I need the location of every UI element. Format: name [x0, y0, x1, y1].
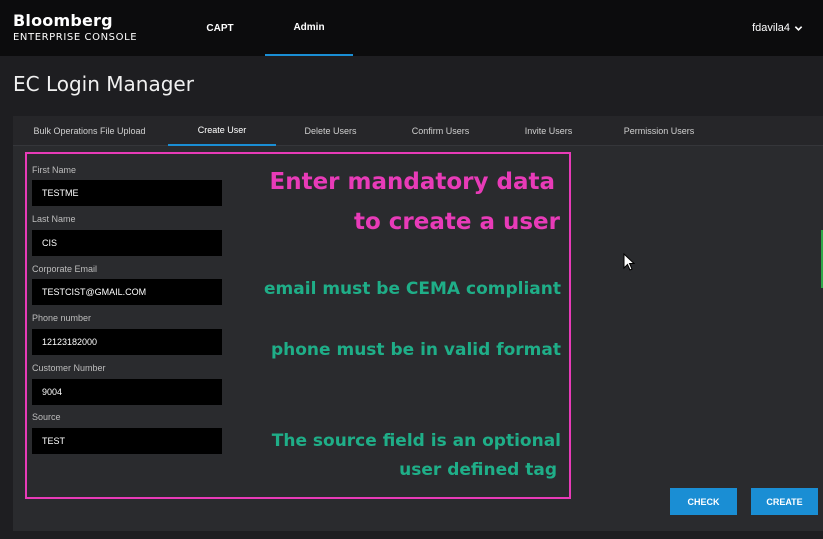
brand-name: Bloomberg: [13, 11, 113, 30]
user-menu[interactable]: fdavila4: [752, 22, 803, 34]
customer-number-label: Customer Number: [32, 363, 106, 373]
source-input[interactable]: [32, 428, 222, 454]
last-name-input[interactable]: [32, 230, 222, 256]
user-name: fdavila4: [752, 22, 790, 34]
tab-permission-users[interactable]: Permission Users: [609, 116, 709, 146]
check-button[interactable]: CHECK: [670, 488, 737, 515]
source-label: Source: [32, 412, 61, 422]
customer-number-input[interactable]: [32, 379, 222, 405]
mouse-pointer-icon: [623, 253, 635, 271]
tab-confirm-users[interactable]: Confirm Users: [393, 116, 488, 146]
first-name-label: First Name: [32, 165, 77, 175]
first-name-input[interactable]: [32, 180, 222, 206]
annotation-headline-line1: Enter mandatory data: [269, 169, 555, 195]
tab-delete-users[interactable]: Delete Users: [283, 116, 378, 146]
page-title: EC Login Manager: [13, 72, 194, 96]
annotation-phone-note: phone must be in valid format: [270, 340, 561, 360]
nav-item-capt[interactable]: CAPT: [190, 0, 250, 56]
create-button[interactable]: CREATE: [751, 488, 818, 515]
tab-bar: Bulk Operations File Upload Create User …: [13, 116, 823, 146]
create-user-form: First Name Last Name Corporate Email Pho…: [25, 152, 571, 499]
tab-create-user[interactable]: Create User: [168, 116, 276, 146]
annotation-source-note-line2: user defined tag: [399, 460, 557, 480]
last-name-label: Last Name: [32, 214, 76, 224]
nav-item-admin[interactable]: Admin: [265, 0, 353, 56]
tab-bulk-operations[interactable]: Bulk Operations File Upload: [17, 116, 162, 146]
chevron-down-icon: [794, 25, 803, 31]
annotation-email-note: email must be CEMA compliant: [264, 279, 561, 299]
annotation-source-note-line1: The source field is an optional: [271, 431, 561, 451]
corporate-email-input[interactable]: [32, 279, 222, 305]
tab-invite-users[interactable]: Invite Users: [501, 116, 596, 146]
phone-number-input[interactable]: [32, 329, 222, 355]
brand-logo: Bloomberg ENTERPRISE CONSOLE: [13, 11, 138, 44]
brand-subtitle: ENTERPRISE CONSOLE: [13, 32, 138, 43]
annotation-headline-line2: to create a user: [353, 209, 560, 235]
top-navigation-bar: Bloomberg ENTERPRISE CONSOLE CAPT Admin …: [0, 0, 823, 56]
phone-number-label: Phone number: [32, 313, 92, 323]
corporate-email-label: Corporate Email: [32, 264, 98, 274]
